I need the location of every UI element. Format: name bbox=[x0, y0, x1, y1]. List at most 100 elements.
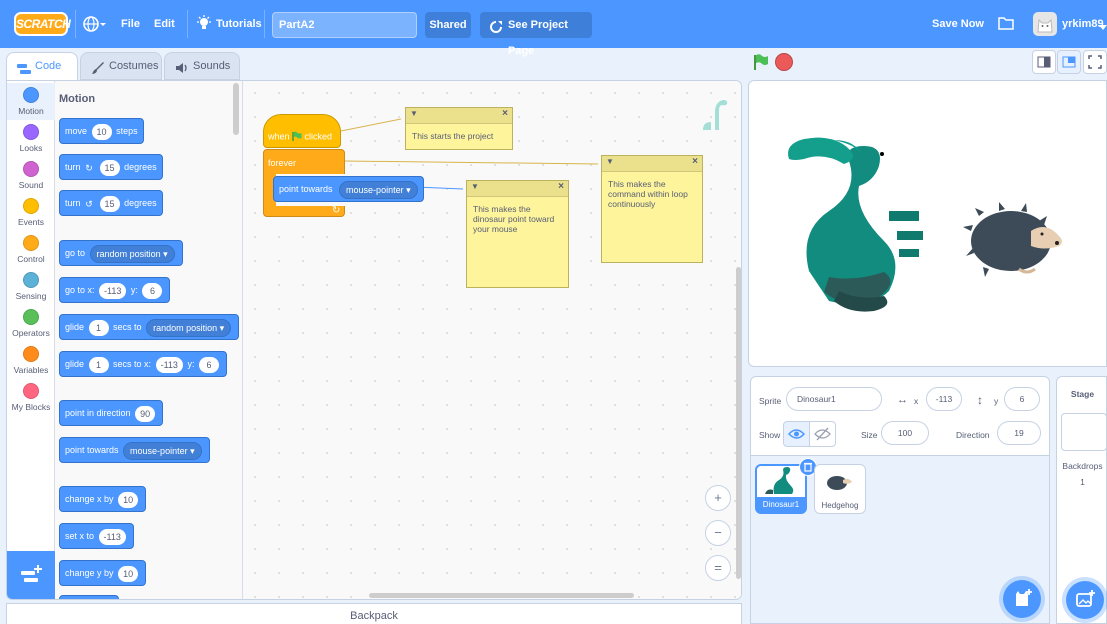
block-number-input[interactable]: -113 bbox=[98, 528, 126, 545]
block-partial[interactable] bbox=[59, 595, 119, 599]
block-number-input[interactable]: 15 bbox=[99, 159, 120, 176]
block-number-input[interactable]: 6 bbox=[198, 356, 219, 373]
when-flag-clicked-block[interactable]: when clicked bbox=[263, 114, 341, 148]
stop-icon[interactable] bbox=[775, 53, 793, 71]
save-now-button[interactable]: Save Now bbox=[932, 0, 984, 48]
close-icon[interactable]: × bbox=[502, 108, 508, 119]
direction-input[interactable]: 19 bbox=[997, 421, 1041, 445]
edit-menu[interactable]: Edit bbox=[154, 0, 175, 48]
block-number-input[interactable]: 15 bbox=[99, 195, 120, 212]
category-my-blocks[interactable]: My Blocks bbox=[7, 379, 55, 416]
sprite-tile-hedgehog[interactable]: Hedgehog bbox=[814, 464, 866, 514]
category-variables[interactable]: Variables bbox=[7, 342, 55, 379]
close-icon[interactable]: × bbox=[558, 181, 564, 192]
block-number-input[interactable]: 1 bbox=[88, 319, 109, 336]
language-globe-icon[interactable] bbox=[82, 14, 106, 34]
sprite-tile-dinosaur1[interactable]: Dinosaur1 bbox=[755, 458, 817, 514]
block-number-input[interactable]: 10 bbox=[91, 123, 112, 140]
zoom-reset-button[interactable]: = bbox=[705, 555, 731, 581]
fullscreen-button[interactable] bbox=[1083, 50, 1107, 74]
green-flag-icon[interactable] bbox=[752, 53, 770, 74]
tutorials-menu[interactable]: Tutorials bbox=[216, 0, 262, 48]
block-dropdown[interactable]: mouse-pointer ▾ bbox=[123, 441, 202, 460]
collapse-arrow-icon[interactable]: ▼ bbox=[471, 182, 479, 191]
hide-eye-icon[interactable] bbox=[809, 421, 836, 447]
category-operators[interactable]: Operators bbox=[7, 305, 55, 342]
zoom-out-button[interactable]: − bbox=[705, 520, 731, 546]
choose-sprite-button[interactable] bbox=[1003, 580, 1041, 618]
shared-button[interactable]: Shared bbox=[425, 12, 471, 38]
tab-sounds[interactable]: Sounds bbox=[164, 52, 240, 80]
hedgehog-sprite[interactable] bbox=[749, 81, 1107, 367]
note-text[interactable]: This starts the project bbox=[406, 124, 512, 148]
tab-code[interactable]: Code bbox=[6, 52, 78, 81]
block-go-to-xy[interactable]: go to x: -113 y: 6 bbox=[59, 277, 171, 303]
block-number-input[interactable]: 10 bbox=[118, 491, 139, 508]
large-stage-button[interactable] bbox=[1057, 50, 1081, 74]
block-number-input[interactable]: -113 bbox=[155, 356, 183, 373]
see-project-page-button[interactable]: See Project Page bbox=[480, 12, 592, 57]
block-change-y[interactable]: change y by 10 bbox=[59, 560, 147, 586]
backpack-bar[interactable]: Backpack bbox=[6, 603, 742, 624]
workspace-horizontal-scrollbar[interactable] bbox=[369, 593, 634, 598]
block-dropdown[interactable]: random position ▾ bbox=[146, 318, 232, 337]
collapse-arrow-icon[interactable]: ▼ bbox=[410, 109, 418, 118]
category-sensing[interactable]: Sensing bbox=[7, 268, 55, 305]
x-position-input[interactable]: -113 bbox=[926, 387, 962, 411]
avatar[interactable] bbox=[1033, 12, 1057, 36]
block-point-in-direction[interactable]: point in direction 90 bbox=[59, 400, 164, 426]
collapse-arrow-icon[interactable]: ▼ bbox=[606, 157, 614, 166]
note-text[interactable]: This makes the command within loop conti… bbox=[602, 172, 702, 217]
block-turn-right[interactable]: turn ↻ 15 degrees bbox=[59, 154, 163, 180]
zoom-glyph: = bbox=[714, 560, 722, 575]
username-menu[interactable]: yrkim89 bbox=[1062, 0, 1104, 48]
block-change-x[interactable]: change x by 10 bbox=[59, 486, 147, 512]
close-icon[interactable]: × bbox=[692, 156, 698, 167]
y-position-input[interactable]: 6 bbox=[1004, 387, 1040, 411]
stage-canvas[interactable] bbox=[748, 80, 1107, 367]
block-turn-left[interactable]: turn ↺ 15 degrees bbox=[59, 190, 163, 216]
show-eye-icon[interactable] bbox=[783, 421, 810, 447]
block-point-towards[interactable]: point towards mouse-pointer ▾ bbox=[59, 437, 210, 463]
size-input[interactable]: 100 bbox=[881, 421, 929, 445]
chevron-down-icon[interactable] bbox=[1099, 22, 1107, 30]
small-stage-button[interactable] bbox=[1032, 50, 1056, 74]
category-sound[interactable]: Sound bbox=[7, 157, 55, 194]
sprite-name-input[interactable]: Dinosaur1 bbox=[786, 387, 882, 411]
my-stuff-folder-icon[interactable] bbox=[998, 16, 1014, 30]
block-move-steps[interactable]: move 10 steps bbox=[59, 118, 144, 144]
choose-backdrop-button[interactable] bbox=[1066, 581, 1104, 619]
note-text[interactable]: This makes the dinosaur point toward you… bbox=[467, 197, 568, 242]
project-title-input[interactable]: PartA2 bbox=[272, 12, 417, 38]
scratch-logo[interactable]: SCRATCH bbox=[14, 12, 71, 36]
lightbulb-icon[interactable] bbox=[196, 15, 212, 31]
add-extension-button[interactable] bbox=[7, 551, 55, 599]
palette-scrollbar[interactable] bbox=[233, 83, 239, 135]
block-number-input[interactable]: 90 bbox=[135, 405, 156, 422]
comment-note[interactable]: ▼ × This makes the command within loop co… bbox=[601, 155, 703, 263]
zoom-in-button[interactable]: + bbox=[705, 485, 731, 511]
file-menu[interactable]: File bbox=[121, 0, 140, 48]
category-events[interactable]: Events bbox=[7, 194, 55, 231]
point-towards-block[interactable]: point towards mouse-pointer ▾ bbox=[273, 176, 424, 202]
comment-note[interactable]: ▼ × This makes the dinosaur point toward … bbox=[466, 180, 569, 288]
block-number-input[interactable]: 10 bbox=[118, 565, 139, 582]
category-looks[interactable]: Looks bbox=[7, 120, 55, 157]
workspace-vertical-scrollbar[interactable] bbox=[736, 267, 741, 579]
comment-note[interactable]: ▼ × This starts the project bbox=[405, 107, 513, 150]
block-number-input[interactable]: -113 bbox=[99, 282, 127, 299]
block-glide-xy[interactable]: glide 1 secs to x: -113 y: 6 bbox=[59, 351, 227, 377]
block-set-x[interactable]: set x to -113 bbox=[59, 523, 134, 549]
block-go-to[interactable]: go to random position ▾ bbox=[59, 240, 183, 266]
block-number-input[interactable]: 6 bbox=[142, 282, 163, 299]
block-dropdown[interactable]: random position ▾ bbox=[89, 244, 175, 263]
block-text: change x by bbox=[65, 494, 114, 504]
stage-thumbnail[interactable] bbox=[1061, 413, 1107, 451]
block-number-input[interactable]: 1 bbox=[88, 356, 109, 373]
category-control[interactable]: Control bbox=[7, 231, 55, 268]
script-workspace[interactable]: when clicked forever ↻ point towards mou… bbox=[243, 81, 741, 599]
block-dropdown[interactable]: mouse-pointer ▾ bbox=[339, 180, 418, 199]
block-glide-to[interactable]: glide 1 secs to random position ▾ bbox=[59, 314, 240, 340]
tab-costumes[interactable]: Costumes bbox=[80, 52, 162, 80]
category-motion[interactable]: Motion bbox=[7, 83, 55, 120]
